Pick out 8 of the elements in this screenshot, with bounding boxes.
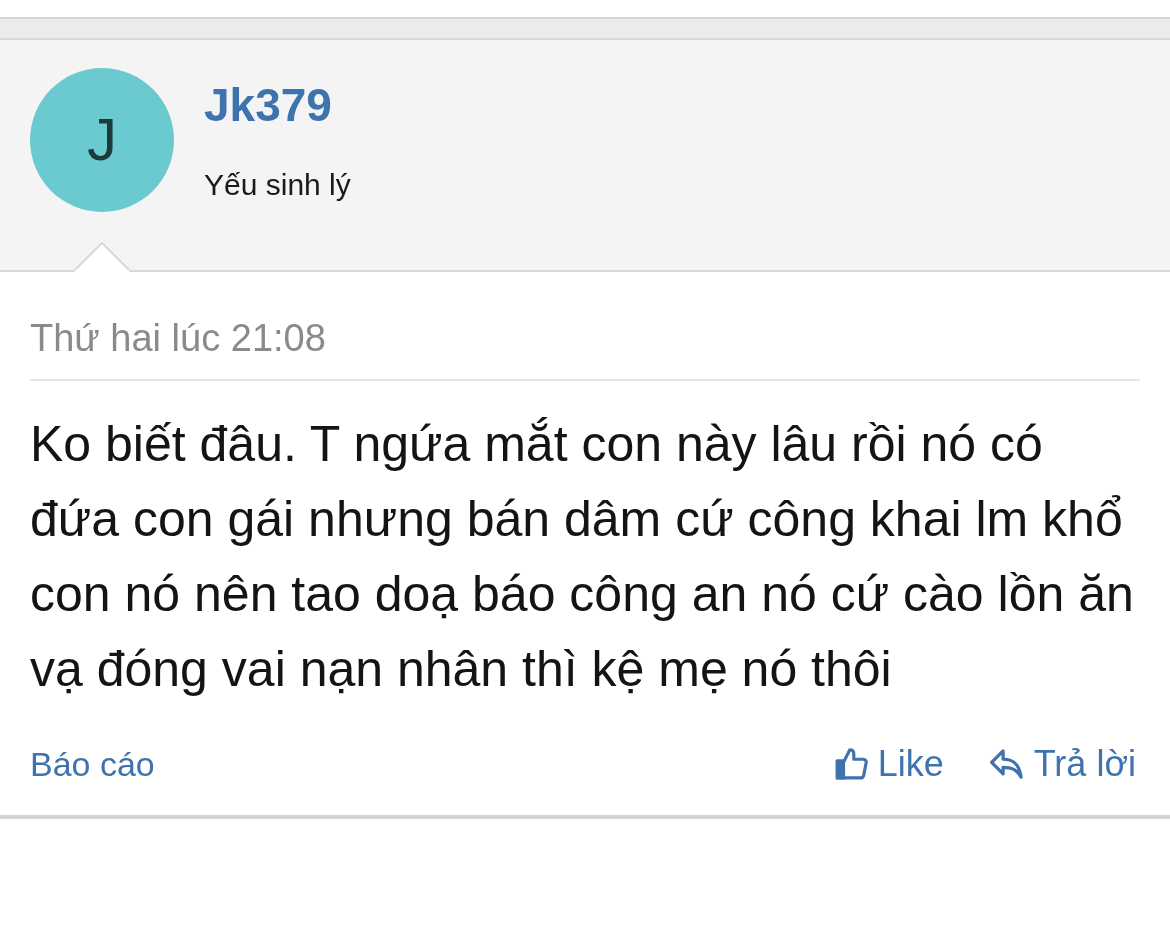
avatar[interactable]: J [30, 68, 174, 212]
report-link[interactable]: Báo cáo [30, 738, 155, 790]
reply-link[interactable]: Trả lời [987, 737, 1136, 791]
post-body: Ko biết đâu. T ngứa mắt con này lâu rồi nó có đứa con gái nhưng bán dâm cứ công khai lm khổ con nó nên tao doạ báo công an nó cứ cào lồn ăn vạ đóng vai nạn nhân thì kệ mẹ nó thôi [30, 415, 1135, 699]
user-title: Yếu sinh lý [204, 167, 351, 203]
like-link[interactable]: Like [833, 737, 944, 791]
post-time: Thứ hai lúc 21:08 [30, 310, 1140, 381]
username-link[interactable]: Jk379 [204, 82, 351, 128]
